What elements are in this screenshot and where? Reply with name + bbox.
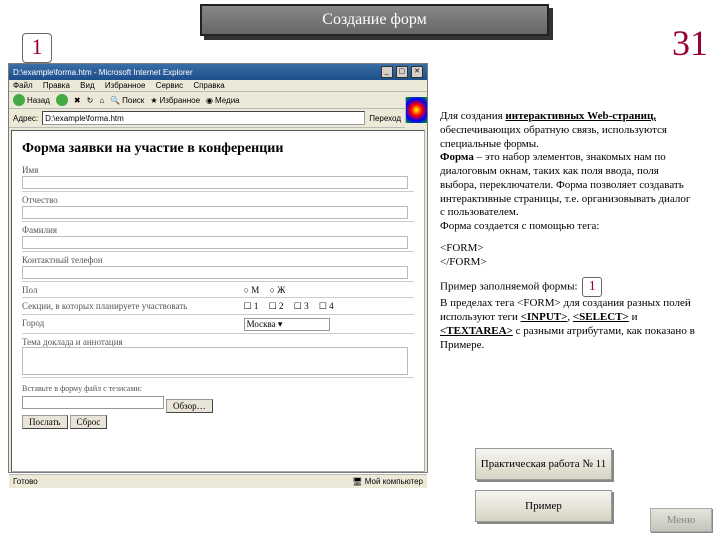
label-patronymic: Отчество (22, 195, 414, 205)
home-icon[interactable]: ⌂ (99, 96, 104, 105)
menu-tools[interactable]: Сервис (156, 81, 183, 90)
toolbar: Назад ✖ ↻ ⌂ 🔍Поиск ★Избранное ◉Медиа (9, 92, 405, 109)
statusbar: Готово 🖥 Мой компьютер (9, 474, 427, 488)
maximize-icon[interactable]: ▢ (396, 66, 408, 78)
menu-button[interactable]: Меню (650, 508, 712, 532)
close-icon[interactable]: ✕ (411, 66, 423, 78)
explanation-text: Для создания интерактивных Web-страниц, … (440, 110, 698, 352)
label-topic: Тема доклада и аннотация (22, 337, 414, 347)
label-surname: Фамилия (22, 225, 414, 235)
forward-icon[interactable] (56, 94, 68, 106)
page-content: Форма заявки на участие в конференции Им… (11, 130, 425, 472)
go-button[interactable]: Переход (369, 114, 401, 123)
label-sections: Секции, в которых планируете участвовать (22, 301, 238, 311)
form-heading: Форма заявки на участие в конференции (22, 141, 414, 157)
input-phone[interactable] (22, 266, 408, 279)
file-input[interactable] (22, 396, 164, 409)
practice-button[interactable]: Практическая работа № 11 (475, 448, 612, 480)
search-button[interactable]: 🔍Поиск (110, 96, 144, 105)
menu-help[interactable]: Справка (193, 81, 224, 90)
input-patronymic[interactable] (22, 206, 408, 219)
titlebar: D:\example\forma.htm - Microsoft Interne… (9, 64, 427, 80)
radio-m-label: М (251, 285, 259, 295)
menu-view[interactable]: Вид (80, 81, 94, 90)
topic-textarea[interactable] (22, 347, 408, 375)
label-phone: Контактный телефон (22, 255, 414, 265)
media-button[interactable]: ◉Медиа (206, 96, 240, 105)
address-bar: Адрес: Переход (9, 109, 405, 128)
stop-icon[interactable]: ✖ (74, 96, 81, 105)
status-right: 🖥 Мой компьютер (352, 477, 423, 486)
back-icon (13, 94, 25, 106)
label-city: Город (22, 318, 238, 328)
menubar: Файл Правка Вид Избранное Сервис Справка (9, 80, 427, 92)
browse-button[interactable]: Обзор… (166, 399, 213, 413)
window-buttons: _ ▢ ✕ (380, 66, 423, 78)
file-hint: Вставьте в форму файл с тезисами: (22, 384, 414, 393)
window-title: D:\example\forma.htm - Microsoft Interne… (13, 68, 193, 77)
radio-f-label: Ж (277, 285, 285, 295)
minimize-icon[interactable]: _ (381, 66, 393, 78)
label-gender: Пол (22, 285, 238, 295)
menu-file[interactable]: Файл (13, 81, 33, 90)
page-number: 31 (672, 22, 708, 64)
menu-favorites[interactable]: Избранное (105, 81, 146, 90)
example-button[interactable]: Пример (475, 490, 612, 522)
reset-button[interactable]: Сброс (70, 415, 108, 429)
city-select[interactable]: Москва ▾ (244, 318, 330, 331)
figure-badge: 1 (22, 33, 52, 63)
menu-edit[interactable]: Правка (43, 81, 70, 90)
ie-logo-icon (405, 97, 427, 123)
address-label: Адрес: (13, 114, 38, 123)
browser-window: D:\example\forma.htm - Microsoft Interne… (8, 63, 428, 473)
back-button[interactable]: Назад (13, 94, 50, 106)
status-left: Готово (13, 477, 38, 486)
example-ref-badge: 1 (582, 277, 602, 297)
gender-radios[interactable]: ○ М ○ Ж (244, 285, 401, 295)
section-checks[interactable]: ☐ 1 ☐ 2 ☐ 3 ☐ 4 (244, 301, 401, 312)
input-name[interactable] (22, 176, 408, 189)
favorites-button[interactable]: ★Избранное (150, 96, 200, 105)
submit-button[interactable]: Послать (22, 415, 68, 429)
label-name: Имя (22, 165, 414, 175)
refresh-icon[interactable]: ↻ (87, 96, 94, 105)
address-input[interactable] (42, 111, 365, 125)
slide-title: Создание форм (200, 4, 549, 36)
input-surname[interactable] (22, 236, 408, 249)
